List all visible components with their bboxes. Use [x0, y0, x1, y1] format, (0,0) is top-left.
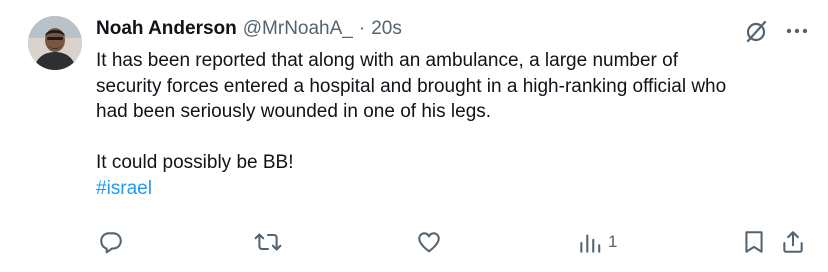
heart-icon	[418, 232, 440, 253]
reply-button[interactable]	[98, 226, 124, 258]
share-button[interactable]	[780, 226, 806, 258]
author-name[interactable]: Noah Anderson	[96, 18, 237, 40]
bookmark-button[interactable]	[742, 226, 766, 258]
author-handle[interactable]: @MrNoahA_	[243, 18, 353, 40]
post-time[interactable]: 20s	[371, 18, 402, 40]
tweet-card: Noah Anderson @MrNoahA_ · 20s It has bee…	[0, 0, 828, 272]
retweet-button[interactable]	[254, 226, 282, 258]
avatar-image	[28, 16, 82, 70]
bookmark-icon	[745, 231, 763, 253]
tweet-text-line: It could possibly be BB!	[96, 152, 294, 173]
action-bar: 1	[0, 226, 828, 258]
views-button[interactable]: 1	[578, 226, 617, 258]
tweet-text-line: It has been reported that along with an …	[96, 50, 678, 71]
like-button[interactable]	[416, 226, 442, 258]
grok-icon[interactable]	[744, 18, 770, 44]
views-count: 1	[608, 232, 618, 251]
tweet-text-line: had been seriously wounded in one of his…	[96, 101, 492, 122]
hashtag-link[interactable]: #israel	[96, 178, 152, 199]
reply-icon	[100, 232, 122, 254]
tweet-text: It has been reported that along with an …	[96, 48, 816, 201]
header-separator: ·	[358, 18, 366, 39]
tweet-header: Noah Anderson @MrNoahA_ · 20s	[96, 15, 402, 43]
more-icon[interactable]	[784, 18, 810, 44]
retweet-icon	[254, 233, 282, 251]
avatar[interactable]	[28, 16, 82, 70]
views-icon	[580, 234, 601, 253]
share-icon	[783, 231, 803, 253]
tweet-text-line: security forces entered a hospital and b…	[96, 75, 727, 97]
